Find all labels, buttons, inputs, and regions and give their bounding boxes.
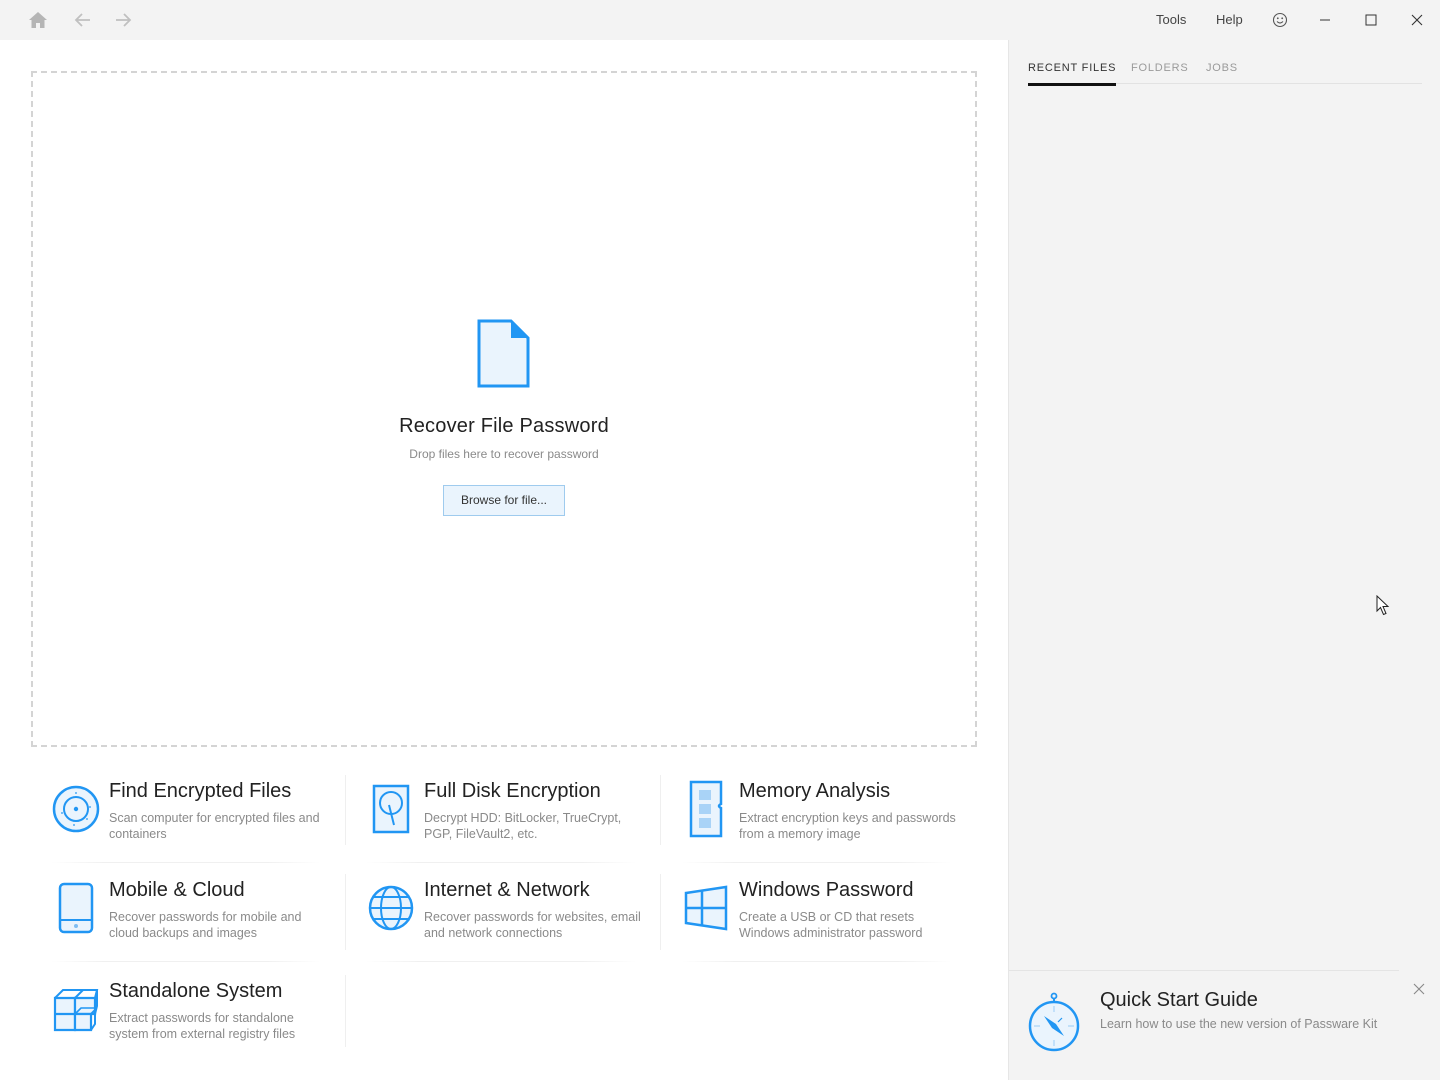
tile-description: Recover passwords for websites, email an… <box>424 910 641 940</box>
tile-mobile-cloud[interactable]: Mobile & Cloud Recover passwords for mob… <box>51 879 351 969</box>
close-icon <box>1411 14 1423 26</box>
tile-description: Extract passwords for standalone system … <box>109 1011 296 1041</box>
home-icon <box>29 12 47 28</box>
mouse-cursor-icon <box>1376 595 1390 616</box>
minimize-icon <box>1320 19 1330 21</box>
tile-title: Find Encrypted Files <box>109 780 292 802</box>
minimize-button[interactable] <box>1313 8 1337 32</box>
tab-jobs[interactable]: JOBS <box>1206 62 1238 84</box>
title-bar: Tools Help <box>0 0 1440 40</box>
forward-button[interactable] <box>111 8 135 32</box>
cubes-icon <box>53 989 99 1032</box>
disc-scan-icon <box>52 785 100 833</box>
divider <box>345 775 346 845</box>
divider <box>51 961 321 962</box>
file-icon <box>477 319 530 388</box>
tile-standalone-system[interactable]: Standalone System Extract passwords for … <box>51 980 351 1070</box>
tab-recent-files[interactable]: RECENT FILES <box>1028 62 1117 86</box>
tile-description: Recover passwords for mobile and cloud b… <box>109 910 302 940</box>
tile-description: Create a USB or CD that resets Windows a… <box>739 910 923 940</box>
quick-start-subtitle: Learn how to use the new version of Pass… <box>1100 1017 1378 1031</box>
tile-description: Decrypt HDD: BitLocker, TrueCrypt, PGP, … <box>424 811 622 841</box>
arrow-left-icon <box>74 13 90 27</box>
menu-help[interactable]: Help <box>1216 12 1243 27</box>
maximize-button[interactable] <box>1359 8 1383 32</box>
feedback-button[interactable] <box>1268 8 1292 32</box>
tile-find-encrypted-files[interactable]: Find Encrypted Files Scan computer for e… <box>51 780 351 870</box>
tile-memory-analysis[interactable]: Memory Analysis Extract encryption keys … <box>681 780 981 870</box>
sidebar-tabs: RECENT FILES FOLDERS JOBS <box>1028 62 1422 86</box>
hard-disk-icon <box>372 784 410 834</box>
divider <box>681 862 951 863</box>
memory-module-icon <box>689 780 723 838</box>
divider <box>660 874 661 950</box>
tab-folders[interactable]: FOLDERS <box>1131 62 1189 84</box>
divider <box>366 961 636 962</box>
quick-start-title: Quick Start Guide <box>1100 989 1258 1011</box>
compass-icon <box>1028 992 1080 1052</box>
main-panel: Recover File Password Drop files here to… <box>0 40 1008 1080</box>
divider <box>366 862 636 863</box>
quick-start-guide[interactable]: Quick Start Guide Learn how to use the n… <box>1009 970 1440 1080</box>
windows-logo-icon <box>684 885 728 931</box>
file-drop-zone[interactable]: Recover File Password Drop files here to… <box>31 71 977 747</box>
tile-title: Standalone System <box>109 980 283 1002</box>
tile-description: Scan computer for encrypted files and co… <box>109 811 320 841</box>
tile-title: Full Disk Encryption <box>424 780 601 802</box>
browse-file-button[interactable]: Browse for file... <box>443 485 565 516</box>
smiley-icon <box>1272 12 1288 28</box>
divider <box>1009 970 1399 971</box>
divider <box>51 862 321 863</box>
tile-full-disk-encryption[interactable]: Full Disk Encryption Decrypt HDD: BitLoc… <box>366 780 666 870</box>
divider <box>681 961 951 962</box>
menu-tools[interactable]: Tools <box>1156 12 1186 27</box>
divider <box>345 874 346 950</box>
tile-windows-password[interactable]: Windows Password Create a USB or CD that… <box>681 879 981 969</box>
back-button[interactable] <box>71 8 95 32</box>
drop-subtitle: Drop files here to recover password <box>409 447 599 461</box>
divider <box>660 775 661 845</box>
tile-internet-network[interactable]: Internet & Network Recover passwords for… <box>366 879 666 969</box>
close-window-button[interactable] <box>1405 8 1429 32</box>
tile-description: Extract encryption keys and passwords fr… <box>739 811 956 841</box>
sidebar: RECENT FILES FOLDERS JOBS Quick Start Gu… <box>1008 40 1440 1080</box>
tile-title: Mobile & Cloud <box>109 879 245 901</box>
tile-title: Memory Analysis <box>739 780 891 802</box>
home-button[interactable] <box>26 8 50 32</box>
mobile-device-icon <box>58 882 94 934</box>
divider <box>345 975 346 1047</box>
dismiss-quick-start-icon[interactable] <box>1412 982 1426 996</box>
maximize-icon <box>1365 14 1377 26</box>
tile-title: Internet & Network <box>424 879 590 901</box>
globe-icon <box>368 885 414 931</box>
drop-title: Recover File Password <box>399 415 609 437</box>
arrow-right-icon <box>116 13 132 27</box>
tile-title: Windows Password <box>739 879 914 901</box>
